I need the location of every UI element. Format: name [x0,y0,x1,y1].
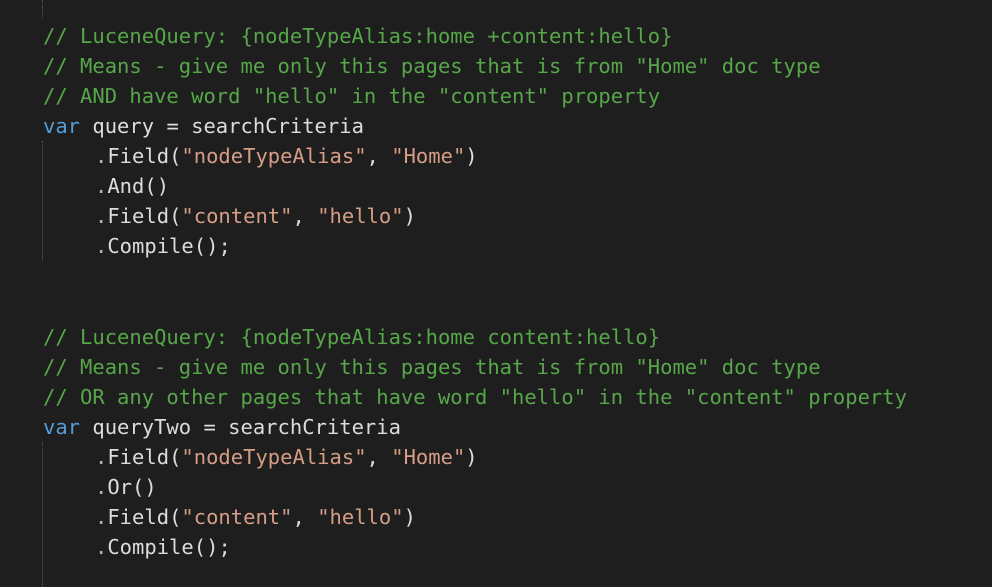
comment-line: // LuceneQuery: {nodeTypeAlias:home cont… [43,325,661,349]
string-arg: "Home" [391,144,466,168]
assign-operator: = [203,415,216,439]
method-name: Field [107,445,170,469]
chain-line: .Field("content", "hello") [95,204,416,228]
terminator: ; [218,535,231,559]
chain-line: .Field("nodeTypeAlias", "Home") [95,144,478,168]
source-identifier: searchCriteria [191,114,364,138]
assign-operator: = [166,114,179,138]
var-keyword: var [43,114,81,138]
chain-line: .Compile(); [95,234,231,258]
variable-name: query [92,114,155,138]
comment-line: // LuceneQuery: {nodeTypeAlias:home +con… [43,24,673,48]
chain-line: .Compile(); [95,535,231,559]
string-arg: "hello" [317,204,404,228]
chain-line: .Field("nodeTypeAlias", "Home") [95,445,478,469]
chain-line: .Or() [95,475,157,499]
chain-line: .Field("content", "hello") [95,505,416,529]
code-editor[interactable]: // LuceneQuery: {nodeTypeAlias:home +con… [0,0,992,587]
method-name: Field [107,204,170,228]
indent-guide-top [42,0,43,18]
method-name: Or [107,475,133,499]
comment-line: // Means - give me only this pages that … [43,54,821,78]
variable-name: queryTwo [92,415,192,439]
comment-line: // AND have word "hello" in the "content… [43,84,661,108]
method-name: Compile [107,234,194,258]
terminator: ; [218,234,231,258]
comment-line: // Means - give me only this pages that … [43,355,821,379]
method-name: Field [107,144,170,168]
string-arg: "content" [181,505,293,529]
string-arg: "content" [181,204,293,228]
comment-line: // OR any other pages that have word "he… [43,385,907,409]
var-keyword: var [43,415,81,439]
source-identifier: searchCriteria [228,415,401,439]
declaration-line: var queryTwo = searchCriteria [43,412,401,442]
declaration-line: var query = searchCriteria [43,111,364,141]
string-arg: "nodeTypeAlias" [181,144,367,168]
method-name: And [107,174,145,198]
method-name: Compile [107,535,194,559]
chain-line: .And() [95,174,170,198]
method-name: Field [107,505,170,529]
string-arg: "hello" [317,505,404,529]
string-arg: "Home" [391,445,466,469]
string-arg: "nodeTypeAlias" [181,445,367,469]
